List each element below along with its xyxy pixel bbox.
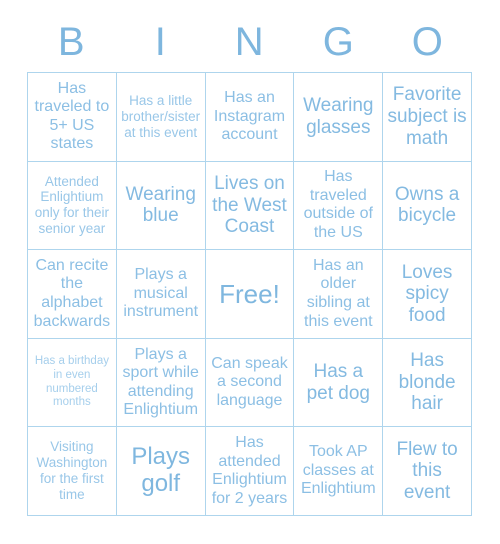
bingo-cell-label: Has an Instagram account	[213, 88, 286, 144]
bingo-cell[interactable]: Plays a musical instrument	[116, 250, 206, 339]
bingo-cell-label: Has an older sibling at this event	[304, 256, 373, 330]
bingo-header-letter-o: O	[411, 20, 444, 64]
bingo-cell-label: Visiting Washington for the first time	[36, 439, 108, 503]
bingo-cell[interactable]: Has traveled to 5+ US states	[28, 73, 117, 162]
bingo-cell-label: Has traveled outside of the US	[303, 168, 373, 241]
bingo-cell[interactable]: Owns a bicycle	[383, 161, 472, 251]
bingo-cell-label: Flew to this event	[396, 438, 458, 504]
bingo-cell-label: Owns a bicycle	[394, 183, 460, 227]
bingo-cell[interactable]: Has blonde hair	[383, 338, 472, 428]
bingo-cell[interactable]: Has a birthday in even numbered months	[28, 338, 117, 428]
bingo-cell[interactable]: Has an older sibling at this event	[294, 250, 384, 339]
bingo-cell[interactable]: Favorite subject is math	[383, 73, 472, 162]
bingo-header-letter-i: I	[154, 20, 167, 64]
bingo-header-letter-g: G	[322, 20, 355, 64]
bingo-cell[interactable]: Flew to this event	[383, 427, 472, 516]
bingo-cell[interactable]: Took AP classes at Enlightium	[294, 427, 384, 516]
bingo-cell-label: Has blonde hair	[398, 350, 456, 415]
bingo-cell-label: Free!	[219, 278, 280, 309]
bingo-cell[interactable]: Has traveled outside of the US	[294, 161, 384, 251]
bingo-cell-label: Has attended Enlightium for 2 years	[211, 434, 288, 507]
bingo-cell-label: Took AP classes at Enlightium	[300, 443, 376, 498]
bingo-cell-label: Lives on the West Coast	[212, 172, 287, 238]
bingo-header-letter-n: N	[234, 20, 265, 64]
bingo-cell[interactable]: Visiting Washington for the first time	[28, 427, 117, 516]
bingo-cell[interactable]: Has a little brother/sister at this even…	[116, 73, 206, 162]
bingo-header: B I N G O	[27, 14, 472, 70]
bingo-cell-label: Has traveled to 5+ US states	[34, 79, 110, 153]
bingo-cell[interactable]: Loves spicy food	[383, 250, 472, 339]
bingo-cell-label: Favorite subject is math	[387, 84, 467, 149]
bingo-cell[interactable]: Plays a sport while attending Enlightium	[116, 338, 206, 428]
bingo-cell-label: Plays a sport while attending Enlightium	[122, 345, 199, 419]
bingo-cell[interactable]: Wearing blue	[116, 161, 206, 251]
bingo-cell-label: Plays golf	[131, 443, 191, 498]
bingo-cell[interactable]: Attended Enlightium only for their senio…	[28, 161, 117, 251]
bingo-grid: Has traveled to 5+ US states Has a littl…	[27, 72, 472, 516]
bingo-cell[interactable]: Lives on the West Coast	[205, 161, 295, 251]
bingo-cell-label: Can speak a second language	[211, 354, 288, 409]
bingo-cell[interactable]: Has a pet dog	[294, 338, 384, 428]
bingo-cell-label: Has a little brother/sister at this even…	[121, 92, 201, 140]
bingo-cell-label: Has a pet dog	[306, 360, 370, 404]
bingo-cell-label: Has a birthday in even numbered months	[34, 355, 109, 409]
bingo-cell-label: Can recite the alphabet backwards	[33, 256, 111, 330]
bingo-cell-label: Wearing glasses	[303, 95, 374, 138]
bingo-cell-free[interactable]: Free!	[205, 250, 295, 339]
bingo-cell-label: Wearing blue	[125, 183, 196, 227]
bingo-cell[interactable]: Has attended Enlightium for 2 years	[205, 427, 295, 516]
bingo-cell-label: Loves spicy food	[401, 261, 453, 326]
bingo-cell[interactable]: Can speak a second language	[205, 338, 295, 428]
bingo-cell[interactable]: Can recite the alphabet backwards	[28, 250, 117, 339]
bingo-card: B I N G O Has traveled to 5+ US states H…	[0, 0, 500, 544]
bingo-cell[interactable]: Wearing glasses	[294, 73, 384, 162]
bingo-cell[interactable]: Has an Instagram account	[205, 73, 295, 162]
bingo-cell[interactable]: Plays golf	[116, 427, 206, 516]
bingo-cell-label: Attended Enlightium only for their senio…	[34, 173, 110, 237]
bingo-cell-label: Plays a musical instrument	[123, 266, 199, 321]
bingo-header-letter-b: B	[57, 20, 86, 64]
